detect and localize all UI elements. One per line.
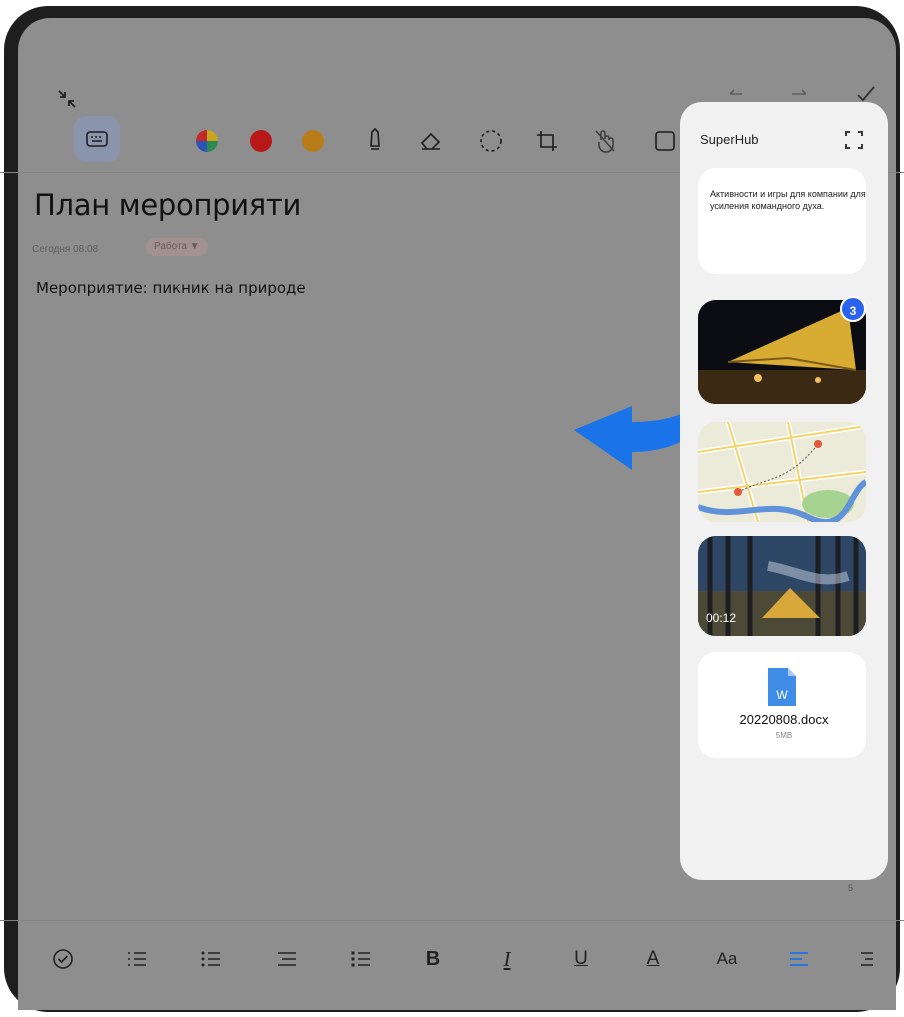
pen-icon[interactable] xyxy=(362,126,388,156)
video-duration: 00:12 xyxy=(706,611,737,625)
undo-icon[interactable] xyxy=(722,84,750,104)
superhub-text-card[interactable] xyxy=(698,168,866,274)
superhub-text-content: Активности и игры для компании для усиле… xyxy=(710,189,866,211)
file-size: 5MB xyxy=(775,731,793,740)
red-color-icon[interactable] xyxy=(248,128,274,154)
format-bar-divider xyxy=(0,920,904,921)
underline-button[interactable]: U xyxy=(568,944,594,974)
hand-off-icon[interactable] xyxy=(590,126,620,156)
file-name: 20220808.docx xyxy=(739,712,829,727)
collapse-icon[interactable] xyxy=(52,84,82,114)
word-icon-letter: W xyxy=(776,688,788,702)
indent-list-icon[interactable] xyxy=(346,944,376,974)
bold-button[interactable]: B xyxy=(420,944,446,974)
keyboard-icon xyxy=(86,128,108,150)
crop-icon[interactable] xyxy=(532,126,562,156)
image-icon[interactable] xyxy=(652,128,678,154)
note-title[interactable]: План мероприяти xyxy=(34,188,301,222)
checklist-icon[interactable] xyxy=(272,944,302,974)
page-number: 5 xyxy=(848,883,854,893)
italic-button[interactable]: I xyxy=(494,944,520,974)
text-color-button[interactable]: A xyxy=(640,944,666,974)
note-category-tag[interactable]: Работа ▼ xyxy=(146,238,208,256)
font-size-button[interactable]: Aa xyxy=(712,944,742,974)
lasso-icon[interactable] xyxy=(476,126,506,156)
redo-icon[interactable] xyxy=(786,84,814,104)
checkbox-icon[interactable] xyxy=(48,944,78,974)
note-date: Сегодня 08:08 xyxy=(32,244,99,255)
superhub-map-card[interactable] xyxy=(698,422,866,522)
word-document-icon: W xyxy=(764,666,800,708)
orange-color-icon[interactable] xyxy=(300,128,326,154)
note-body[interactable]: Мероприятие: пикник на природе xyxy=(36,279,306,297)
eraser-icon[interactable] xyxy=(416,126,446,156)
numbered-list-icon[interactable] xyxy=(122,944,152,974)
superhub-title: SuperHub xyxy=(700,132,759,147)
image-count-badge: 3 xyxy=(840,296,866,322)
align-left-icon[interactable] xyxy=(784,944,814,974)
align-right-icon[interactable] xyxy=(856,944,878,974)
bullet-list-icon[interactable] xyxy=(196,944,226,974)
map-image xyxy=(698,422,866,522)
color-wheel-icon[interactable] xyxy=(194,128,220,154)
done-check-icon[interactable] xyxy=(852,84,880,104)
expand-icon[interactable] xyxy=(840,126,868,154)
